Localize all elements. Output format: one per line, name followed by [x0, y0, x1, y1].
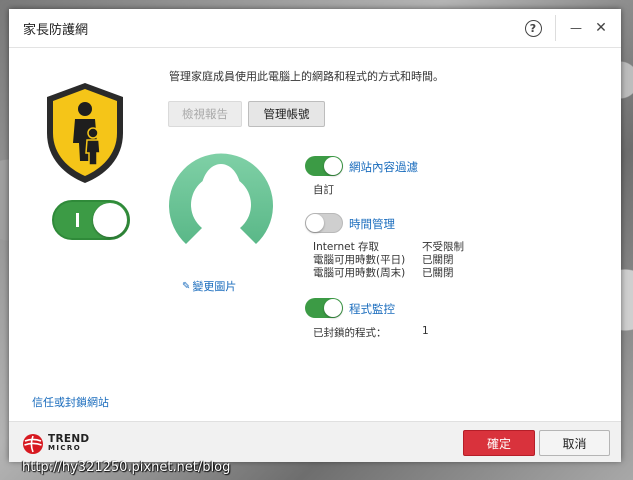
toggle-knob — [324, 299, 342, 317]
intro-text: 管理家庭成員使用此電腦上的網路和程式的方式和時間。 — [169, 70, 444, 83]
web-filter-detail: 自訂 — [313, 184, 334, 196]
window-title: 家長防護網 — [23, 23, 89, 38]
toggle-knob — [93, 203, 127, 237]
trend-micro-logo: TREND MICRO — [22, 433, 89, 455]
change-picture-link[interactable]: ✎ 變更圖片 — [182, 278, 236, 294]
brand-line2: MICRO — [48, 444, 82, 452]
close-button[interactable]: ✕ — [587, 15, 615, 41]
change-picture-label: 變更圖片 — [192, 280, 237, 293]
blocked-programs-label: 已封鎖的程式： — [313, 327, 387, 339]
weekend-hours-label: 電腦可用時數(周末) — [313, 267, 406, 279]
brand-line1: TREND — [48, 433, 90, 445]
manage-account-button[interactable]: 管理帳號 — [248, 101, 325, 127]
weekend-hours-value: 已關閉 — [422, 267, 454, 279]
titlebar-divider — [555, 15, 556, 41]
family-shield-icon — [43, 79, 127, 190]
program-control-link[interactable]: 程式監控 — [349, 301, 395, 317]
time-management-toggle[interactable] — [305, 213, 343, 233]
ok-button[interactable]: 確定 — [463, 430, 535, 456]
user-avatar[interactable] — [166, 140, 276, 263]
title-bar: 家長防護網 ? — ✕ — [9, 9, 621, 48]
trust-block-sites-link[interactable]: 信任或封鎖網站 — [32, 394, 109, 410]
watermark-url: http://hy321250.pixnet.net/blog — [22, 460, 231, 475]
minimize-button[interactable]: — — [562, 15, 590, 41]
blocked-programs-count: 1 — [422, 325, 429, 337]
web-filter-toggle[interactable] — [305, 156, 343, 176]
program-control-toggle[interactable] — [305, 298, 343, 318]
parental-controls-master-toggle[interactable] — [52, 200, 130, 240]
toggle-on-indicator — [76, 213, 79, 227]
pencil-icon: ✎ — [182, 280, 191, 292]
view-report-button[interactable]: 檢視報告 — [168, 101, 242, 127]
time-management-link[interactable]: 時間管理 — [349, 216, 395, 232]
cancel-button[interactable]: 取消 — [539, 430, 610, 456]
toggle-knob — [324, 157, 342, 175]
parental-controls-dialog: 家長防護網 ? — ✕ 管理家庭成員使用此電腦上的網路和程式的方式和時間。 檢視… — [9, 9, 621, 462]
toggle-knob — [306, 214, 324, 232]
help-button[interactable]: ? — [519, 15, 547, 41]
help-icon: ? — [524, 19, 542, 37]
trend-micro-ball-icon — [23, 434, 43, 454]
dialog-footer: TREND MICRO 確定 取消 — [9, 421, 621, 462]
web-filter-link[interactable]: 網站內容過濾 — [349, 159, 418, 175]
